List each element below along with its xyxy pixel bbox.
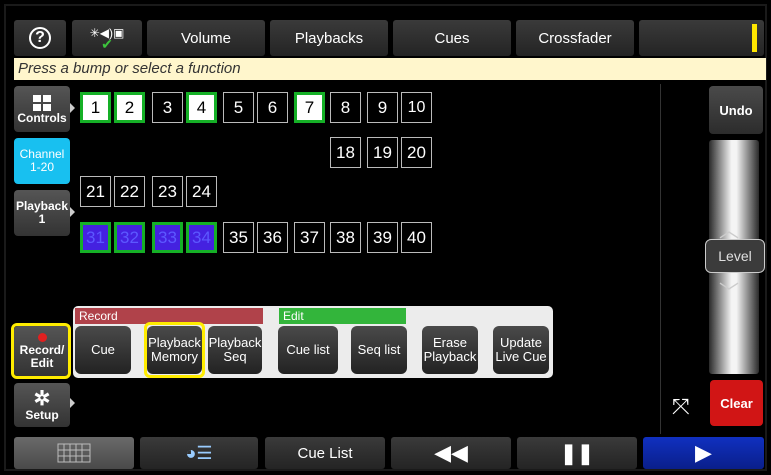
record-highlight-box <box>11 323 71 379</box>
cue-list-tab[interactable]: Cue List <box>265 437 385 469</box>
playback-number: 1 <box>38 212 46 226</box>
channel-22[interactable]: 22 <box>114 176 145 207</box>
channel-37[interactable]: 37 <box>294 222 325 253</box>
update-line1: Update <box>500 335 542 350</box>
prompt-bar: Press a bump or select a function <box>14 58 766 80</box>
cue-button[interactable]: Cue <box>75 326 131 374</box>
channel-10[interactable]: 10 <box>401 92 432 123</box>
tab-cues[interactable]: Cues <box>393 20 511 56</box>
channel-33[interactable]: 33 <box>152 222 183 253</box>
channel-39[interactable]: 39 <box>367 222 398 253</box>
channel-1[interactable]: 1 <box>80 92 111 123</box>
playback-button[interactable]: Playback 1 <box>14 190 70 236</box>
rewind-button[interactable]: ◀◀ <box>391 437 511 469</box>
controls-button[interactable]: Controls <box>14 86 70 132</box>
channel-34[interactable]: 34 <box>186 222 217 253</box>
channel-36[interactable]: 36 <box>257 222 288 253</box>
channel-6[interactable]: 6 <box>257 92 288 123</box>
channel-8[interactable]: 8 <box>330 92 361 123</box>
pb-seq-line1: Playback <box>208 335 262 350</box>
channel-5[interactable]: 5 <box>223 92 254 123</box>
controls-tab-arrow <box>70 103 75 113</box>
erase-line2: Playback <box>423 349 477 364</box>
undo-button[interactable]: Undo <box>709 86 763 134</box>
pb-seq-line2: Seq <box>223 349 247 364</box>
channel-38[interactable]: 38 <box>330 222 361 253</box>
pause-button[interactable]: ❚❚ <box>517 437 637 469</box>
pause-icon: ❚❚ <box>560 442 594 465</box>
tab-extra[interactable] <box>639 20 764 56</box>
setup-tab-arrow <box>70 398 75 408</box>
help-button[interactable]: ? <box>14 20 66 56</box>
level-handle[interactable]: Level <box>705 239 765 273</box>
seq-list-label: Seq list <box>357 342 401 357</box>
erase-line1: Erase <box>433 335 467 350</box>
update-live-cue-button[interactable]: Update Live Cue <box>493 326 549 374</box>
channel-21[interactable]: 21 <box>80 176 111 207</box>
play-icon: ▶ <box>695 440 712 465</box>
channel-range-button[interactable]: Channel 1-20 <box>14 138 70 184</box>
channel-4[interactable]: 4 <box>186 92 217 123</box>
cue-list-label: Cue list <box>286 342 330 357</box>
down-chevron-icon: ﹀ <box>719 282 739 304</box>
tab-crossfader[interactable]: Crossfader <box>516 20 634 56</box>
playback-seq-button[interactable]: Playback Seq <box>208 326 262 374</box>
fader-grid-icon <box>57 443 91 463</box>
channel-32[interactable]: 32 <box>114 222 145 253</box>
channel-19[interactable]: 19 <box>367 137 398 168</box>
setup-button[interactable]: ✲ Setup <box>14 383 70 427</box>
color-palette-button[interactable]: ◕☰ <box>140 437 258 469</box>
playback-memory-highlight-box <box>144 322 205 378</box>
channel-grid-button[interactable] <box>14 437 134 469</box>
zoom-fit-icon[interactable]: ⤧ <box>672 394 690 420</box>
play-button[interactable]: ▶ <box>643 437 764 469</box>
update-line2: Live Cue <box>495 349 547 364</box>
cue-label: Cue <box>91 342 115 357</box>
channel-35[interactable]: 35 <box>223 222 254 253</box>
channel-7[interactable]: 7 <box>294 92 325 123</box>
status-button[interactable]: ✳◀)▣ ✔ <box>72 20 142 56</box>
controls-label: Controls <box>17 110 67 125</box>
setup-label: Setup <box>25 407 59 422</box>
channel-range-label: 1-20 <box>29 160 55 174</box>
channel-9[interactable]: 9 <box>367 92 398 123</box>
check-icon: ✔ <box>101 35 113 52</box>
channel-40[interactable]: 40 <box>401 222 432 253</box>
gear-icon: ✲ <box>33 387 51 410</box>
divider <box>660 84 661 434</box>
channel-3[interactable]: 3 <box>152 92 183 123</box>
help-icon: ? <box>29 27 51 49</box>
channel-18[interactable]: 18 <box>330 137 361 168</box>
erase-playback-button[interactable]: Erase Playback <box>422 326 478 374</box>
rewind-icon: ◀◀ <box>434 440 468 465</box>
clear-button[interactable]: Clear <box>710 380 763 426</box>
palette-icon: ◕☰ <box>185 442 213 463</box>
channel-31[interactable]: 31 <box>80 222 111 253</box>
grid-icon <box>33 94 51 111</box>
channel-24[interactable]: 24 <box>186 176 217 207</box>
cue-list-button[interactable]: Cue list <box>278 326 338 374</box>
channel-20[interactable]: 20 <box>401 137 432 168</box>
active-indicator <box>752 24 757 52</box>
tab-volume[interactable]: Volume <box>147 20 265 56</box>
channel-2[interactable]: 2 <box>114 92 145 123</box>
channel-23[interactable]: 23 <box>152 176 183 207</box>
seq-list-button[interactable]: Seq list <box>351 326 407 374</box>
tab-playbacks[interactable]: Playbacks <box>270 20 388 56</box>
playback-tab-arrow <box>70 207 75 217</box>
edit-group-label: Edit <box>279 308 406 324</box>
